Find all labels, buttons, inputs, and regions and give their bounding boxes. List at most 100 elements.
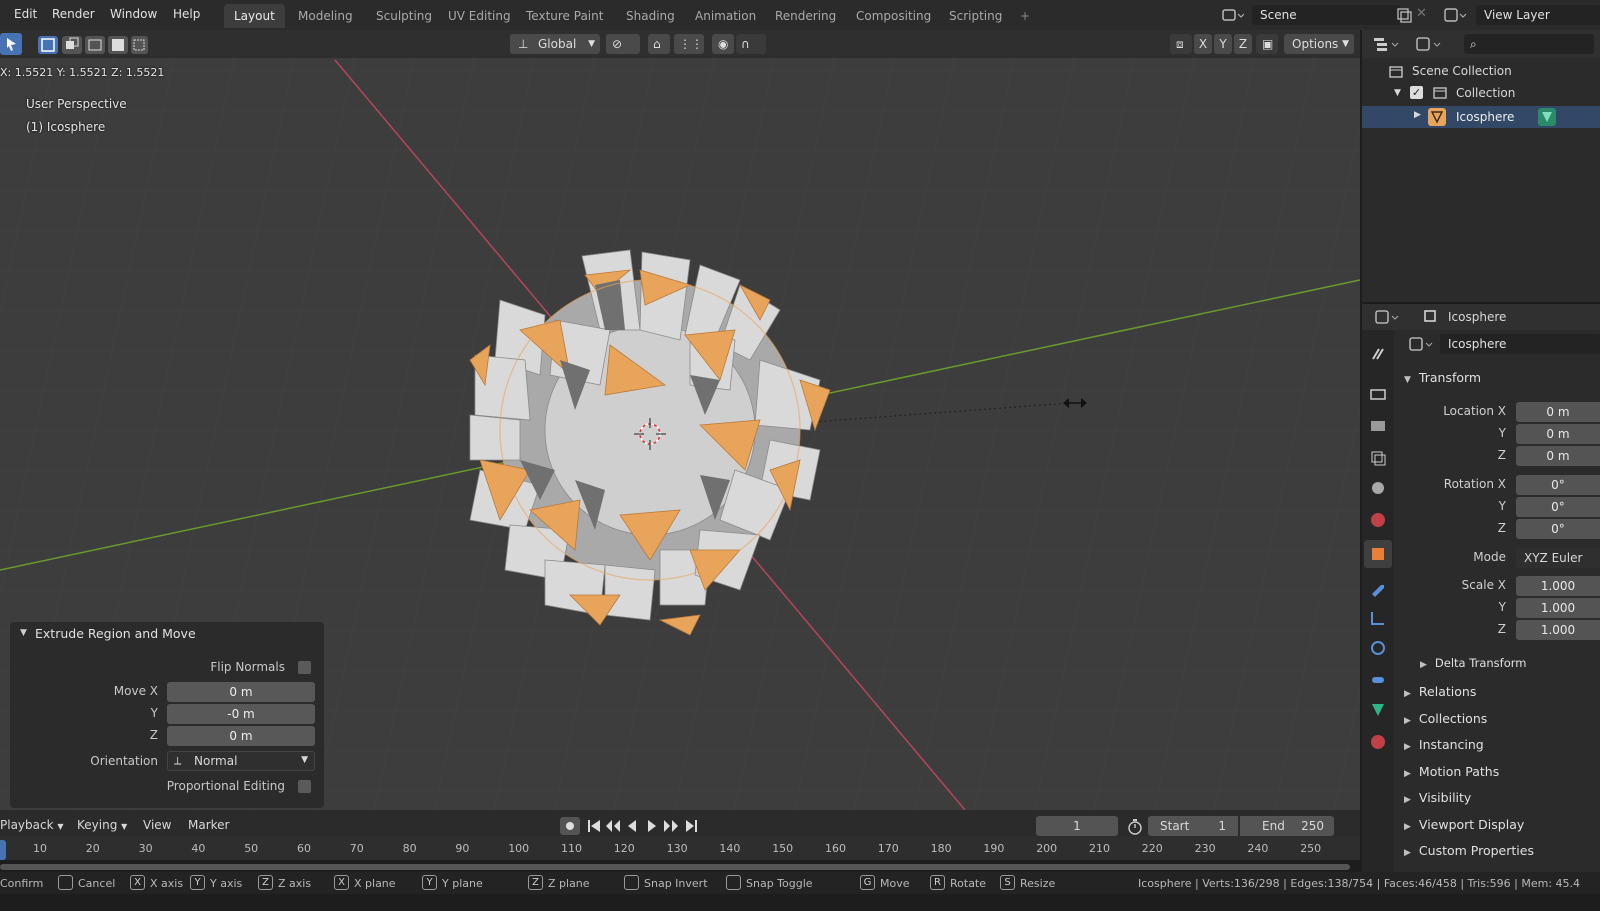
properties-section-header[interactable]: ▶ Visibility bbox=[1404, 790, 1471, 805]
tab-scripting[interactable]: Scripting bbox=[939, 4, 1012, 28]
particles-tab-icon[interactable] bbox=[1368, 608, 1388, 628]
location-z-field[interactable]: 0 m bbox=[1516, 446, 1600, 466]
output-tab-icon[interactable] bbox=[1368, 416, 1388, 436]
proportional-editing-checkbox[interactable] bbox=[298, 780, 311, 793]
tab-rendering[interactable]: Rendering bbox=[765, 4, 846, 28]
menu-help[interactable]: Help bbox=[173, 7, 200, 21]
proportional-edit-toggle[interactable]: ◉ bbox=[712, 34, 734, 54]
scale-y-field[interactable]: 1.000 bbox=[1516, 598, 1600, 618]
properties-section-header[interactable]: ▶ Motion Paths bbox=[1404, 764, 1499, 779]
scene-icon[interactable] bbox=[1220, 6, 1245, 24]
end-value: 250 bbox=[1301, 819, 1324, 833]
outliner-search-input[interactable]: ⌕ bbox=[1464, 34, 1594, 54]
object-expand-icon[interactable]: ▶ bbox=[1414, 110, 1421, 120]
constraints-tab-icon[interactable] bbox=[1368, 670, 1388, 690]
physics-tab-icon[interactable] bbox=[1368, 638, 1388, 658]
move-x-field[interactable]: 0 m bbox=[167, 682, 315, 702]
tab-animation[interactable]: Animation bbox=[685, 4, 766, 28]
move-y-field[interactable]: -0 m bbox=[167, 704, 315, 724]
copy-scene-icon[interactable] bbox=[1395, 6, 1413, 24]
mesh-data-icon[interactable] bbox=[1538, 108, 1556, 126]
add-workspace-button[interactable]: + bbox=[1010, 4, 1040, 28]
falloff-select[interactable]: ∩ bbox=[736, 34, 766, 54]
tool-tab-icon[interactable] bbox=[1368, 344, 1388, 364]
render-tab-icon[interactable] bbox=[1368, 384, 1388, 404]
flip-normals-checkbox[interactable] bbox=[298, 661, 311, 674]
end-frame-field[interactable]: End 250 bbox=[1240, 816, 1334, 836]
scene-name-field[interactable]: Scene bbox=[1252, 5, 1400, 25]
editor-type-icon[interactable] bbox=[1374, 307, 1404, 327]
snap-target-select[interactable]: ⋮⋮ bbox=[674, 34, 704, 54]
properties-section-header[interactable]: ▶ Instancing bbox=[1404, 737, 1484, 752]
scale-z-field[interactable]: 1.000 bbox=[1516, 620, 1600, 640]
marker-menu[interactable]: Marker bbox=[188, 818, 229, 832]
collection-expand-icon[interactable]: ▼ bbox=[1394, 88, 1401, 98]
auto-merge-icon[interactable]: ▣ bbox=[1256, 34, 1278, 54]
current-frame-field[interactable]: 1 bbox=[1036, 816, 1118, 836]
select-tool-icon[interactable] bbox=[0, 33, 22, 55]
timeline-scrollbar[interactable] bbox=[0, 864, 1350, 870]
menu-window[interactable]: Window bbox=[110, 7, 157, 21]
tab-compositing[interactable]: Compositing bbox=[846, 4, 941, 28]
mirror-x-toggle[interactable]: X bbox=[1194, 34, 1212, 54]
object-name-field[interactable]: Icosphere bbox=[1440, 334, 1600, 354]
data-tab-icon[interactable] bbox=[1368, 700, 1388, 720]
tab-sculpting[interactable]: Sculpting bbox=[366, 4, 442, 28]
mirror-icon[interactable]: ⧈ bbox=[1170, 34, 1192, 54]
playhead[interactable] bbox=[0, 840, 6, 860]
view-menu[interactable]: View bbox=[143, 818, 171, 832]
operator-title[interactable]: Extrude Region and Move bbox=[35, 626, 196, 641]
collection-label[interactable]: Collection bbox=[1456, 86, 1515, 100]
properties-section-header[interactable]: ▶ Relations bbox=[1404, 684, 1476, 699]
properties-section-header[interactable]: ▶ Viewport Display bbox=[1404, 817, 1524, 832]
orientation-select[interactable]: ⟂ Normal ▼ bbox=[167, 751, 315, 771]
playback-menu[interactable]: Playback ▼ bbox=[0, 818, 64, 832]
keying-menu[interactable]: Keying ▼ bbox=[77, 818, 127, 832]
transform-orientation-select[interactable]: Global ⊥ ▼ bbox=[510, 34, 600, 54]
timeline-tick-label: 120 bbox=[613, 842, 635, 855]
rotation-z-field[interactable]: 0° bbox=[1516, 519, 1600, 539]
stopwatch-icon[interactable] bbox=[1126, 818, 1144, 836]
collection-checkbox[interactable]: ✓ bbox=[1410, 86, 1423, 99]
expand-triangle-icon: ▶ bbox=[1404, 742, 1411, 752]
scene-tab-icon[interactable] bbox=[1368, 478, 1388, 498]
menu-edit[interactable]: Edit bbox=[14, 7, 37, 21]
tab-layout[interactable]: Layout bbox=[224, 4, 285, 28]
mirror-y-toggle[interactable]: Y bbox=[1214, 34, 1232, 54]
snap-toggle[interactable]: ⌂ bbox=[648, 34, 670, 54]
transform-section-header[interactable]: ▼ Transform bbox=[1404, 370, 1481, 385]
world-tab-icon[interactable] bbox=[1368, 510, 1388, 530]
pivot-point-select[interactable]: ⊘ bbox=[606, 34, 640, 54]
material-tab-icon[interactable] bbox=[1368, 732, 1388, 752]
object-properties-tab-icon[interactable] bbox=[1368, 544, 1388, 564]
tab-shading[interactable]: Shading bbox=[616, 4, 685, 28]
location-x-field[interactable]: 0 m bbox=[1516, 402, 1600, 422]
start-frame-field[interactable]: Start 1 bbox=[1148, 816, 1238, 836]
view-layer-icon[interactable] bbox=[1442, 6, 1468, 24]
modifier-tab-icon[interactable] bbox=[1368, 578, 1388, 598]
scene-collection-label[interactable]: Scene Collection bbox=[1412, 64, 1512, 78]
menu-render[interactable]: Render bbox=[52, 7, 95, 21]
close-scene-icon[interactable]: ✕ bbox=[1416, 6, 1430, 24]
tab-uv-editing[interactable]: UV Editing bbox=[438, 4, 521, 28]
display-mode-icon[interactable] bbox=[1372, 34, 1402, 54]
tab-texture-paint[interactable]: Texture Paint bbox=[516, 4, 613, 28]
rotation-x-field[interactable]: 0° bbox=[1516, 475, 1600, 495]
mirror-z-toggle[interactable]: Z bbox=[1234, 34, 1252, 54]
scale-x-field[interactable]: 1.000 bbox=[1516, 576, 1600, 596]
rotation-y-field[interactable]: 0° bbox=[1516, 497, 1600, 517]
tab-modeling[interactable]: Modeling bbox=[288, 4, 363, 28]
location-y-field[interactable]: 0 m bbox=[1516, 424, 1600, 444]
collapse-triangle-icon[interactable]: ▼ bbox=[20, 628, 27, 638]
rotation-mode-select[interactable]: XYZ Euler bbox=[1516, 548, 1600, 568]
properties-section-header[interactable]: ▶ Custom Properties bbox=[1404, 843, 1534, 858]
properties-section-header[interactable]: ▶ Collections bbox=[1404, 711, 1487, 726]
view-layer-tab-icon[interactable] bbox=[1368, 448, 1388, 468]
delta-transform-header[interactable]: ▶ Delta Transform bbox=[1420, 656, 1526, 670]
filter-icon[interactable] bbox=[1414, 34, 1444, 54]
select-mode-icons[interactable] bbox=[38, 35, 148, 55]
view-layer-field[interactable]: View Layer bbox=[1476, 5, 1600, 25]
options-dropdown[interactable]: Options ▼ bbox=[1284, 34, 1354, 54]
move-z-field[interactable]: 0 m bbox=[167, 726, 315, 746]
object-data-selector-icon[interactable] bbox=[1408, 334, 1438, 354]
